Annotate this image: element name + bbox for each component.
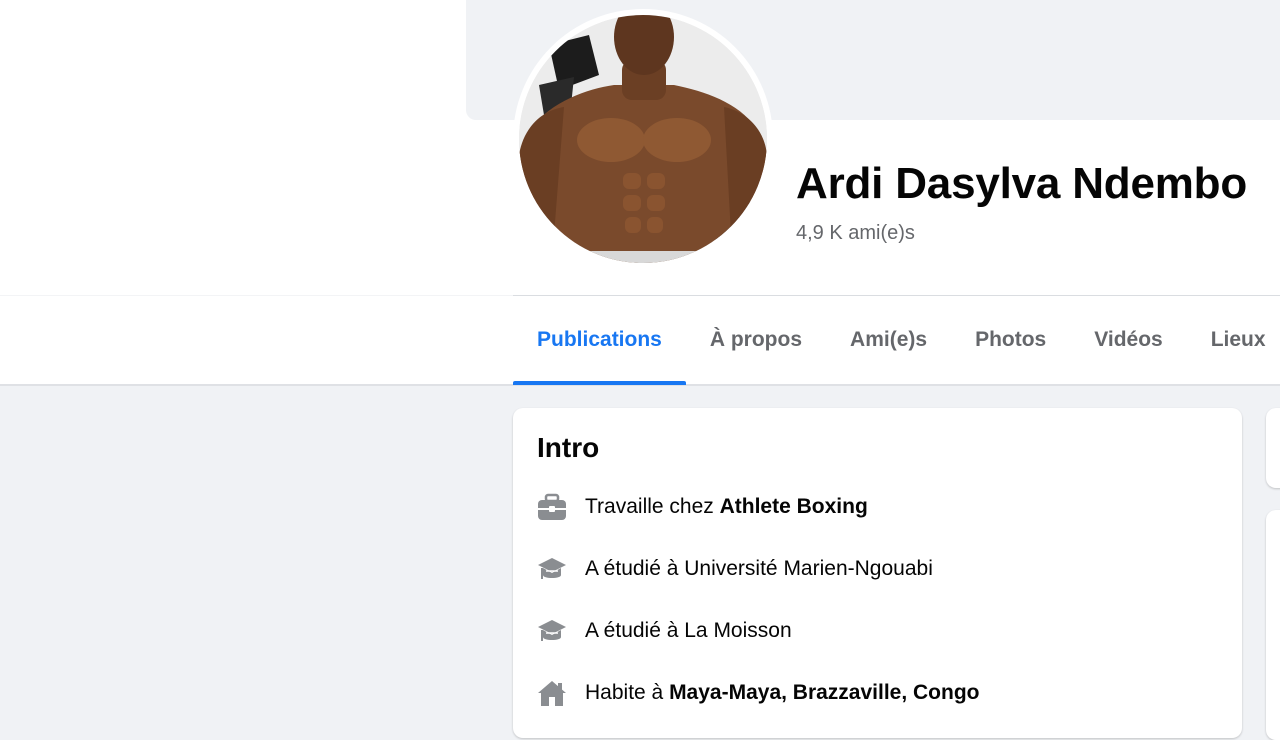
tab-publications[interactable]: Publications (513, 296, 686, 385)
intro-item-education-1-text: A étudié à Université Marien-Ngouabi (585, 557, 933, 580)
tab-about[interactable]: À propos (686, 296, 826, 384)
intro-item-home: Habite à Maya-Maya, Brazzaville, Congo (537, 677, 980, 709)
intro-item-work-prefix: Travaille chez (585, 495, 720, 518)
tab-photos[interactable]: Photos (951, 296, 1070, 384)
intro-card: Intro Travaille chez Athlete Boxing A ét… (513, 408, 1242, 738)
profile-tabs: Publications À propos Ami(e)s Photos Vid… (513, 296, 1280, 385)
intro-item-work: Travaille chez Athlete Boxing (537, 491, 868, 523)
intro-item-home-prefix: Habite à (585, 681, 670, 704)
divider (0, 295, 513, 296)
intro-item-education-2-text: A étudié à La Moisson (585, 619, 792, 642)
friends-count[interactable]: 4,9 K ami(e)s (796, 220, 915, 246)
side-card-bottom (1266, 510, 1280, 740)
intro-item-education-1: A étudié à Université Marien-Ngouabi (537, 553, 933, 585)
avatar-photo-icon (519, 15, 767, 263)
home-icon (537, 678, 567, 708)
intro-item-work-link[interactable]: Athlete Boxing (720, 495, 868, 518)
intro-item-education-2: A étudié à La Moisson (537, 615, 792, 647)
graduation-cap-icon (537, 554, 567, 584)
intro-item-home-link[interactable]: Maya-Maya, Brazzaville, Congo (669, 681, 979, 704)
tab-places[interactable]: Lieux (1187, 296, 1280, 384)
graduation-cap-icon (537, 616, 567, 646)
briefcase-icon (537, 492, 567, 522)
profile-avatar[interactable] (519, 15, 767, 263)
tab-friends[interactable]: Ami(e)s (826, 296, 951, 384)
profile-name: Ardi Dasylva Ndembo (796, 159, 1248, 208)
tab-videos[interactable]: Vidéos (1070, 296, 1186, 384)
intro-title: Intro (537, 432, 600, 463)
side-card-top (1266, 408, 1280, 488)
